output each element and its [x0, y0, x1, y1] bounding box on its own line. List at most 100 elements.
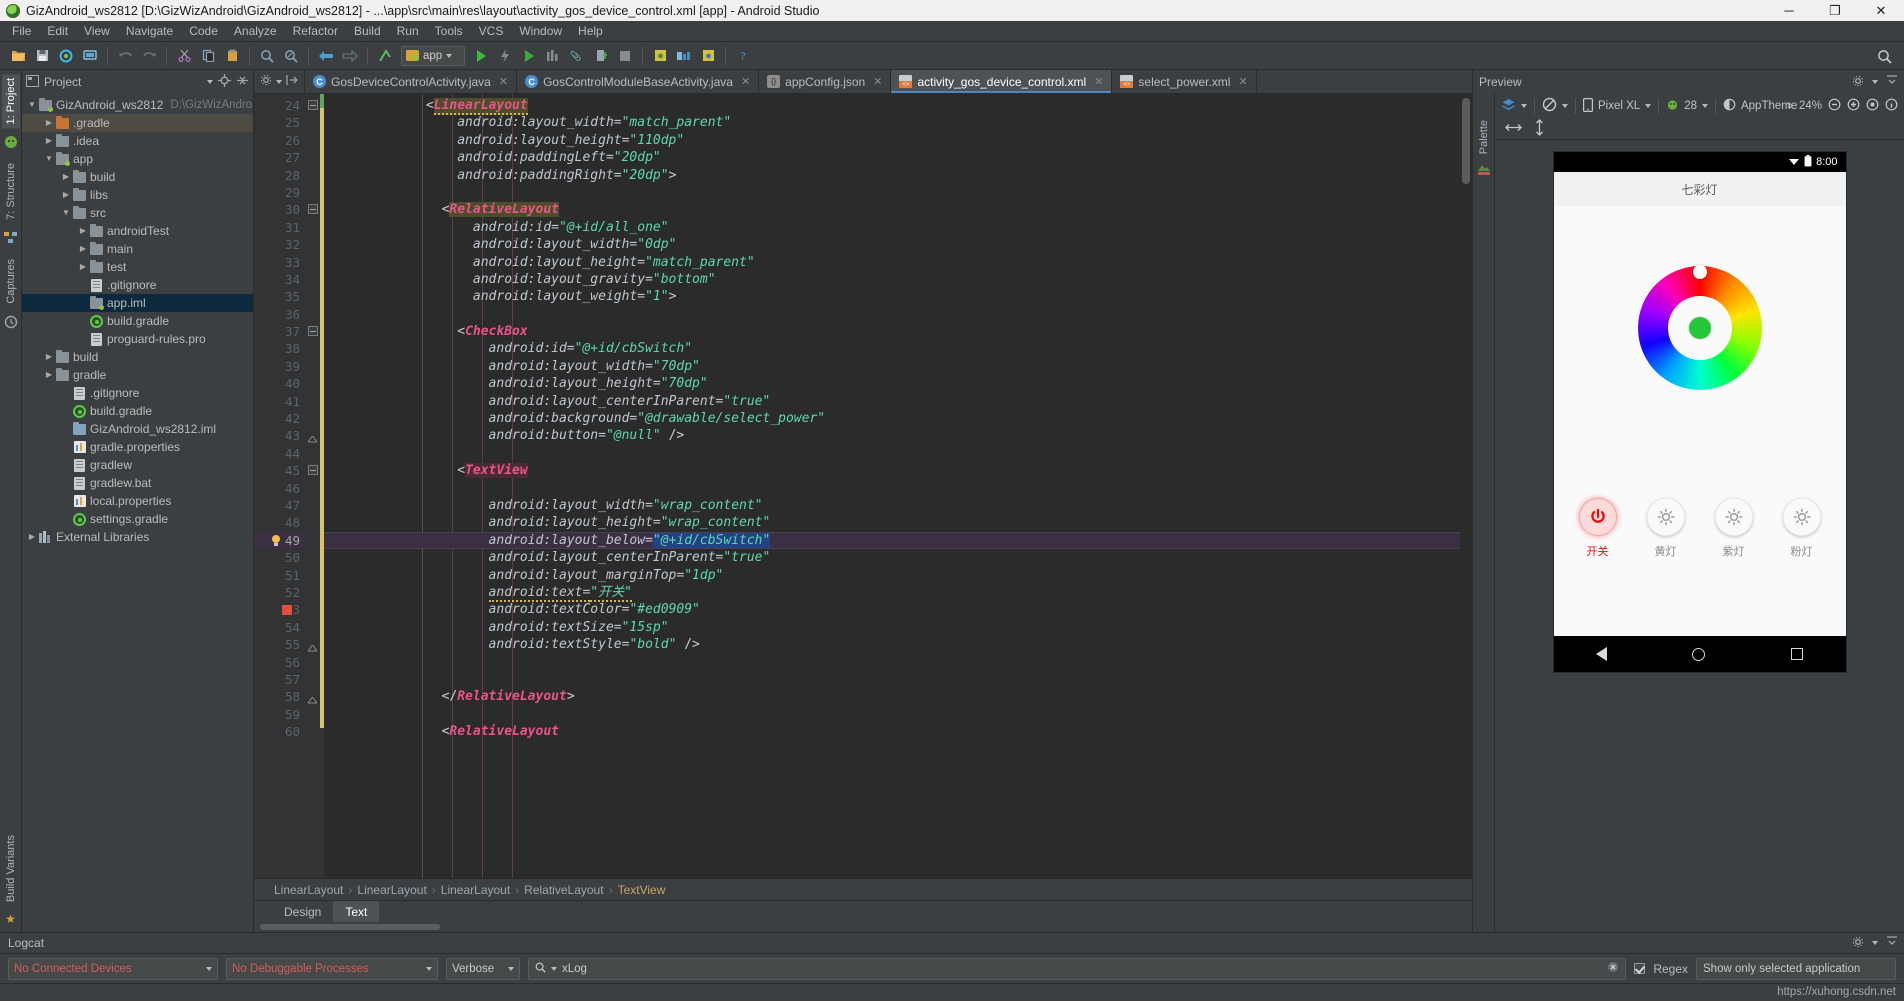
layers-icon[interactable]	[1501, 98, 1516, 115]
close-icon[interactable]: ✕	[873, 75, 882, 88]
overflow-icon[interactable]: »	[1787, 100, 1793, 112]
hide-panel-icon[interactable]	[1886, 935, 1898, 951]
breadcrumb-item-linearlayout[interactable]: LinearLayout	[441, 883, 510, 897]
tree-node--gitignore[interactable]: .gitignore	[22, 384, 253, 402]
filter-selector[interactable]: Show only selected application	[1696, 957, 1896, 980]
line-number[interactable]: 50	[254, 549, 306, 566]
hscrollbar-thumb[interactable]	[260, 924, 440, 930]
tree-node-test[interactable]: ▶ test	[22, 258, 253, 276]
tree-node-gradlew-bat[interactable]: gradlew.bat	[22, 474, 253, 492]
line-number[interactable]: 55	[254, 636, 306, 653]
code-line[interactable]: android:layout_centerInParent="true"	[324, 393, 1472, 410]
process-selector[interactable]: No Debuggable Processes	[226, 957, 438, 980]
line-number[interactable]: 54	[254, 619, 306, 636]
minimize-button[interactable]: ─	[1766, 0, 1812, 21]
close-icon[interactable]: ✕	[1094, 75, 1103, 88]
code-line[interactable]: android:layout_centerInParent="true"	[324, 549, 1472, 566]
line-number[interactable]: 37	[254, 323, 306, 340]
tree-node-settings-gradle[interactable]: settings.gradle	[22, 510, 253, 528]
line-number[interactable]: 44	[254, 445, 306, 462]
profile-icon[interactable]	[542, 45, 564, 67]
palette-tab[interactable]: Palette	[1478, 120, 1490, 154]
chevron-down-icon[interactable]	[1521, 104, 1527, 108]
editor-mode-tab-design[interactable]: Design	[272, 901, 333, 922]
tree-node-androidtest[interactable]: ▶ androidTest	[22, 222, 253, 240]
replace-icon[interactable]	[280, 45, 302, 67]
tree-node-gradle[interactable]: ▶ gradle	[22, 366, 253, 384]
code-line[interactable]: android:layout_below="@+id/cbSwitch"	[324, 531, 1472, 550]
editor-vertical-scrollbar[interactable]	[1460, 94, 1472, 878]
api-level-label[interactable]: 28	[1684, 100, 1697, 112]
zoom-out-icon[interactable]	[1828, 98, 1841, 114]
code-line[interactable]: <RelativeLayout	[324, 201, 1472, 218]
tree-node-build[interactable]: ▶ build	[22, 348, 253, 366]
breakpoint-marker[interactable]	[282, 605, 292, 616]
fold-collapse-icon[interactable]	[308, 100, 318, 110]
chevron-down-icon[interactable]: ▼	[26, 96, 38, 114]
menu-item-run[interactable]: Run	[389, 22, 427, 40]
chevron-right-icon[interactable]: ▶	[77, 222, 89, 240]
code-line[interactable]: android:layout_marginTop="1dp"	[324, 567, 1472, 584]
zoom-fit-icon[interactable]	[1866, 98, 1879, 114]
search-everywhere-icon[interactable]	[1873, 45, 1895, 67]
line-number[interactable]: 57	[254, 671, 306, 688]
code-line[interactable]: android:textStyle="bold" />	[324, 636, 1472, 653]
code-text-area[interactable]: <LinearLayout android:layout_width="matc…	[324, 94, 1472, 878]
device-selector[interactable]: No Connected Devices	[8, 957, 218, 980]
line-number[interactable]: 33	[254, 254, 306, 271]
code-line[interactable]: android:textSize="15sp"	[324, 619, 1472, 636]
chevron-right-icon[interactable]: ▶	[26, 528, 38, 546]
line-number[interactable]: 28	[254, 167, 306, 184]
code-line[interactable]	[324, 306, 1472, 323]
line-number[interactable]: 42	[254, 410, 306, 427]
tree-node-gradlew[interactable]: gradlew	[22, 456, 253, 474]
code-line[interactable]: android:text="开关"	[324, 584, 1472, 602]
redo-icon[interactable]	[138, 45, 160, 67]
menu-item-edit[interactable]: Edit	[39, 22, 76, 40]
line-number[interactable]: 25	[254, 114, 306, 131]
code-line[interactable]: android:layout_height="70dp"	[324, 375, 1472, 392]
line-number[interactable]: 58	[254, 688, 306, 705]
tree-node-build[interactable]: ▶ build	[22, 168, 253, 186]
device-debug-icon[interactable]	[590, 45, 612, 67]
menu-item-analyze[interactable]: Analyze	[226, 22, 285, 40]
settings-icon[interactable]	[1885, 98, 1898, 114]
sidebar-tab-project[interactable]: 1: Project	[1, 74, 20, 129]
menu-item-code[interactable]: Code	[181, 22, 226, 40]
chevron-right-icon[interactable]: ▶	[43, 132, 55, 150]
device-control-power[interactable]: 开关	[1569, 498, 1627, 559]
tree-node-gradle-properties[interactable]: gradle.properties	[22, 438, 253, 456]
code-line[interactable]	[324, 480, 1472, 497]
code-line[interactable]: android:paddingRight="20dp">	[324, 167, 1472, 184]
line-number[interactable]: 35	[254, 288, 306, 305]
power-icon[interactable]	[1578, 498, 1617, 536]
editor-tab-gosdevicecontrolactivity-java[interactable]: C GosDeviceControlActivity.java ✕	[305, 70, 518, 93]
captures-tool-icon[interactable]	[4, 312, 18, 335]
tree-node-app-iml[interactable]: app.iml	[22, 294, 253, 312]
chevron-right-icon[interactable]: ▶	[43, 348, 55, 366]
code-line[interactable]: <TextView	[324, 462, 1472, 479]
code-line[interactable]: android:layout_weight="1">	[324, 288, 1472, 305]
scrollbar-thumb[interactable]	[1462, 98, 1470, 184]
breadcrumb-item-linearlayout[interactable]: LinearLayout	[274, 883, 343, 897]
chevron-right-icon[interactable]: ▶	[43, 366, 55, 384]
line-number[interactable]: 45	[254, 462, 306, 479]
gear-icon[interactable]	[1852, 75, 1864, 90]
code-line[interactable]	[324, 706, 1472, 723]
code-line[interactable]: </RelativeLayout>	[324, 688, 1472, 705]
back-icon[interactable]	[1596, 647, 1608, 661]
bulb-icon[interactable]	[1646, 498, 1685, 536]
line-number[interactable]: 26	[254, 132, 306, 149]
line-number[interactable]: 30	[254, 201, 306, 218]
debug-icon[interactable]	[494, 45, 516, 67]
menu-item-refactor[interactable]: Refactor	[285, 22, 346, 40]
close-icon[interactable]: ✕	[1238, 75, 1247, 88]
code-line[interactable]	[324, 654, 1472, 671]
tree-node-build-gradle[interactable]: build.gradle	[22, 312, 253, 330]
back-icon[interactable]	[315, 45, 337, 67]
code-line[interactable]: <LinearLayout	[324, 97, 1472, 115]
fold-collapse-icon[interactable]	[308, 465, 318, 476]
sdk-manager-icon[interactable]	[374, 45, 396, 67]
chevron-down-icon[interactable]	[1645, 104, 1652, 108]
menu-item-view[interactable]: View	[76, 22, 118, 40]
